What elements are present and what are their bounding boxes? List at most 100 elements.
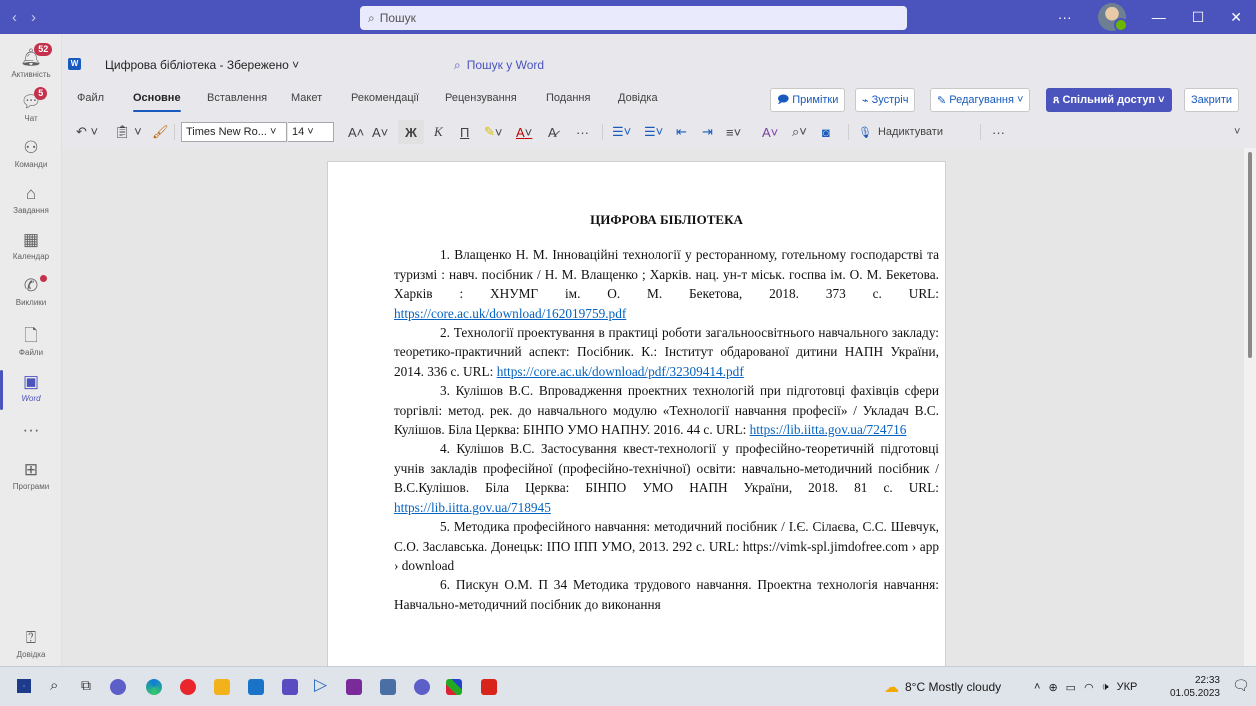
rail-item-help[interactable]: ⍰ Довідка bbox=[0, 628, 62, 659]
more-commands-icon[interactable]: ··· bbox=[992, 120, 1005, 144]
store-icon[interactable] bbox=[248, 679, 264, 695]
rail-item-calls[interactable]: ✆ Виклики bbox=[0, 275, 62, 307]
tab-review[interactable]: Рецензування bbox=[445, 92, 517, 104]
collapse-ribbon-icon[interactable]: ˅ bbox=[1234, 120, 1240, 144]
search-placeholder: Пошук bbox=[379, 11, 416, 25]
bold-icon[interactable]: Ж bbox=[398, 120, 424, 144]
start-icon[interactable] bbox=[17, 679, 31, 693]
rail-item-calendar[interactable]: ▦ Календар bbox=[0, 230, 62, 261]
battery-icon[interactable]: ▭ bbox=[1066, 681, 1076, 694]
weather-widget[interactable]: ☁︎ 8°C Mostly cloudy bbox=[884, 667, 1001, 706]
rail-label: Файли bbox=[18, 348, 44, 357]
notes-app-icon[interactable] bbox=[380, 679, 396, 695]
rail-label: Word bbox=[21, 394, 41, 403]
highlight-icon[interactable]: ✎ ˅ bbox=[484, 120, 503, 144]
file-explorer-icon[interactable] bbox=[214, 679, 230, 695]
more-format-icon[interactable]: ··· bbox=[576, 120, 589, 144]
rail-item-apps[interactable]: ⊞ Програми bbox=[0, 460, 62, 491]
underline-icon[interactable]: П bbox=[460, 120, 469, 144]
notifications-icon[interactable]: 🗨︎ bbox=[1232, 677, 1250, 694]
numbering-icon[interactable]: ☰˅ bbox=[644, 120, 663, 144]
editing-button[interactable]: ✎ Редагування ˅ bbox=[930, 88, 1031, 112]
rail-item-more[interactable]: ··· bbox=[0, 420, 62, 440]
italic-icon[interactable]: K bbox=[434, 120, 443, 144]
document-canvas[interactable]: ЦИФРОВА БІБЛІОТЕКА 1. Влащенко Н. М. Інн… bbox=[62, 148, 1244, 666]
minimize-icon[interactable]: — bbox=[1152, 9, 1166, 25]
document-title[interactable]: Цифрова бібліотека - Збережено ˅ bbox=[105, 58, 299, 72]
item-link[interactable]: https://core.ac.uk/download/pdf/32309414… bbox=[497, 364, 744, 379]
grow-font-icon[interactable]: A˄ bbox=[348, 120, 364, 144]
item-text: 4. Кулішов В.С. Застосування квест-техно… bbox=[394, 441, 939, 496]
rail-item-activity[interactable]: 🔔︎ 52 Активність bbox=[0, 43, 62, 79]
task-view-icon[interactable]: ⧉ bbox=[81, 677, 91, 694]
maximize-icon[interactable]: ☐ bbox=[1192, 9, 1205, 26]
styles-icon[interactable]: A˅ bbox=[762, 120, 778, 144]
comments-button[interactable]: 🗩︎ Примітки bbox=[770, 88, 846, 112]
media-player-icon[interactable]: ▷ bbox=[314, 675, 327, 695]
item-link[interactable]: https://lib.iitta.gov.ua/724716 bbox=[750, 422, 907, 437]
tab-view[interactable]: Подання bbox=[546, 92, 590, 104]
forward-icon[interactable]: › bbox=[31, 9, 36, 26]
font-name-field[interactable]: Times New Ro... ˅ bbox=[181, 122, 287, 142]
rail-item-tasks[interactable]: ⌂ Завдання bbox=[0, 184, 62, 215]
word-search-input[interactable]: ⌕ Пошук у Word bbox=[444, 53, 826, 77]
share-button[interactable]: ጸ Спільний доступ ˅ bbox=[1046, 88, 1172, 112]
find-icon[interactable]: ⌕˅ bbox=[792, 120, 807, 144]
rail-item-teams[interactable]: ⚇ Команди bbox=[0, 138, 62, 169]
share-icon: ጸ bbox=[1053, 93, 1060, 106]
avatar[interactable] bbox=[1097, 3, 1128, 32]
word-logo-icon: W bbox=[68, 58, 81, 70]
tab-insert[interactable]: Вставлення bbox=[207, 92, 267, 104]
app-icon[interactable] bbox=[446, 679, 462, 695]
divider bbox=[848, 124, 849, 140]
teams-work-icon[interactable] bbox=[414, 679, 430, 695]
onenote-icon[interactable] bbox=[346, 679, 362, 695]
font-color-icon[interactable]: A ˅ bbox=[516, 120, 532, 144]
chevron-up-icon[interactable]: ˄ bbox=[1034, 681, 1040, 693]
align-icon[interactable]: ≡˅ bbox=[726, 120, 741, 144]
vertical-scrollbar[interactable] bbox=[1244, 148, 1256, 666]
tray-app-icon[interactable]: ⊕ bbox=[1048, 681, 1057, 694]
word-search-placeholder: Пошук у Word bbox=[466, 58, 545, 72]
rail-item-word[interactable]: ▣ Word bbox=[0, 370, 62, 410]
opera-icon[interactable] bbox=[180, 679, 196, 695]
save-app-icon[interactable] bbox=[282, 679, 298, 695]
teams-app-icon[interactable] bbox=[110, 679, 126, 695]
tab-home[interactable]: Основне bbox=[133, 92, 181, 112]
indent-icon[interactable]: ⇥ bbox=[702, 120, 713, 144]
bullets-icon[interactable]: ☰˅ bbox=[612, 120, 631, 144]
close-window-icon[interactable]: ✕ bbox=[1230, 9, 1242, 26]
shrink-font-icon[interactable]: A˅ bbox=[372, 120, 388, 144]
more-options-icon[interactable]: ··· bbox=[1058, 9, 1072, 25]
meet-button[interactable]: ⌁ Зустріч bbox=[855, 88, 916, 112]
clipboard-icon[interactable]: 📋︎ ˅ bbox=[114, 120, 142, 144]
comments-label: Примітки bbox=[792, 94, 839, 106]
edge-icon[interactable] bbox=[146, 679, 162, 695]
dictate-button[interactable]: 🎙︎ Надиктувати bbox=[858, 120, 943, 144]
tab-file[interactable]: Файл bbox=[77, 92, 104, 104]
tab-help[interactable]: Довідка bbox=[618, 92, 658, 104]
clock[interactable]: 22:33 01.05.2023 bbox=[1170, 667, 1220, 706]
editor-icon[interactable]: ◙ bbox=[822, 120, 830, 144]
search-icon[interactable]: ⌕ bbox=[50, 677, 58, 694]
pdf-reader-icon[interactable] bbox=[481, 679, 497, 695]
tab-layout[interactable]: Макет bbox=[291, 92, 322, 104]
volume-icon[interactable]: 🕩︎ bbox=[1102, 681, 1109, 694]
undo-icon[interactable]: ↶ ˅ bbox=[76, 120, 98, 144]
outdent-icon[interactable]: ⇤ bbox=[676, 120, 687, 144]
document-page[interactable]: ЦИФРОВА БІБЛІОТЕКА 1. Влащенко Н. М. Інн… bbox=[327, 161, 946, 666]
rail-item-chat[interactable]: 💬︎ 5 Чат bbox=[0, 87, 62, 123]
back-icon[interactable]: ‹ bbox=[12, 9, 17, 26]
close-button[interactable]: Закрити bbox=[1184, 88, 1240, 112]
rail-item-files[interactable]: 🗋︎ Файли bbox=[0, 326, 62, 357]
tab-recommendations[interactable]: Рекомендації bbox=[351, 92, 419, 104]
teams-search-input[interactable]: ⌕ Пошук bbox=[360, 6, 907, 30]
format-painter-icon[interactable]: 🖌︎ bbox=[152, 120, 169, 144]
clear-format-icon[interactable]: A̷ bbox=[548, 120, 557, 144]
font-size-field[interactable]: 14 ˅ bbox=[288, 122, 334, 142]
wifi-icon[interactable]: ◠ bbox=[1084, 681, 1094, 694]
item-link[interactable]: https://core.ac.uk/download/162019759.pd… bbox=[394, 306, 626, 321]
language-indicator[interactable]: УКР bbox=[1117, 681, 1138, 693]
item-link[interactable]: https://lib.iitta.gov.ua/718945 bbox=[394, 500, 551, 515]
scrollbar-thumb[interactable] bbox=[1248, 152, 1252, 358]
